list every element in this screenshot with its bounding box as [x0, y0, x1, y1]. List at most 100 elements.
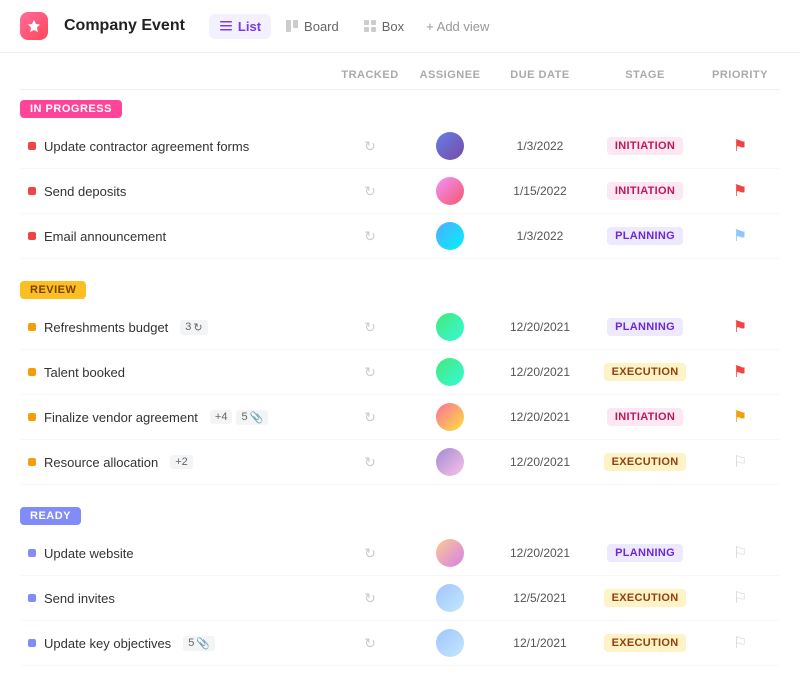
col-stage: Stage — [590, 69, 700, 81]
table-row[interactable]: Resource allocation +2 ↻ 12/20/2021 EXEC… — [20, 440, 780, 485]
stage-cell: INITIATION — [590, 182, 700, 200]
tracked-cell: ↻ — [330, 454, 410, 471]
assignee-cell — [410, 448, 490, 476]
table-row[interactable]: Update key objectives 5 📎 ↻ 12/1/2021 EX… — [20, 621, 780, 666]
box-icon — [363, 19, 377, 33]
column-headers: Tracked Assignee Due Date Stage Priority — [20, 61, 780, 90]
priority-cell: ⚐ — [700, 588, 780, 608]
table-row[interactable]: Update contractor agreement forms ↻ 1/3/… — [20, 124, 780, 169]
board-icon — [285, 19, 299, 33]
table-row[interactable]: Send deposits ↻ 1/15/2022 INITIATION ⚑ — [20, 169, 780, 214]
avatar — [436, 313, 464, 341]
add-view-button[interactable]: + Add view — [418, 14, 497, 39]
app-icon — [20, 12, 48, 40]
tracked-icon: ↻ — [364, 545, 376, 562]
tracked-cell: ↻ — [330, 228, 410, 245]
meta-icon: ↻ — [193, 321, 202, 334]
avatar — [436, 403, 464, 431]
task-name-cell: Refreshments budget 3 ↻ — [20, 320, 330, 335]
nav-tabs: List Board Box + Add view — [209, 14, 497, 39]
sections-container: IN PROGRESS Update contractor agreement … — [20, 90, 780, 666]
table-row[interactable]: Finalize vendor agreement +45 📎 ↻ 12/20/… — [20, 395, 780, 440]
task-name-cell: Send deposits — [20, 184, 330, 199]
section-header-review: REVIEW — [20, 271, 780, 305]
tab-list[interactable]: List — [209, 14, 271, 39]
table-row[interactable]: Talent booked ↻ 12/20/2021 EXECUTION ⚑ — [20, 350, 780, 395]
priority-high-icon: ⚑ — [733, 181, 747, 201]
task-dot — [28, 142, 36, 150]
task-dot — [28, 639, 36, 647]
due-date-cell: 1/3/2022 — [490, 229, 590, 243]
stage-badge: EXECUTION — [604, 363, 687, 381]
task-label: Update website — [44, 546, 134, 561]
stage-badge: PLANNING — [607, 318, 683, 336]
task-meta: 5 📎 — [183, 636, 215, 651]
avatar — [436, 629, 464, 657]
priority-low-icon: ⚑ — [733, 226, 747, 246]
col-assignee: Assignee — [410, 69, 490, 81]
stage-cell: PLANNING — [590, 318, 700, 336]
stage-badge: INITIATION — [607, 408, 683, 426]
tracked-icon: ↻ — [364, 183, 376, 200]
priority-medium-icon: ⚑ — [733, 407, 747, 427]
tracked-cell: ↻ — [330, 590, 410, 607]
task-label: Refreshments budget — [44, 320, 168, 335]
col-name — [20, 69, 330, 81]
project-title: Company Event — [64, 17, 185, 35]
table-row[interactable]: Send invites ↻ 12/5/2021 EXECUTION ⚐ — [20, 576, 780, 621]
priority-cell: ⚑ — [700, 362, 780, 382]
task-name-cell: Talent booked — [20, 365, 330, 380]
task-extra-badge: +4 — [210, 410, 233, 424]
task-dot — [28, 413, 36, 421]
assignee-cell — [410, 177, 490, 205]
tracked-icon: ↻ — [364, 590, 376, 607]
avatar — [436, 448, 464, 476]
task-label: Talent booked — [44, 365, 125, 380]
priority-none-icon: ⚐ — [733, 588, 747, 608]
tracked-icon: ↻ — [364, 635, 376, 652]
main-content: Tracked Assignee Due Date Stage Priority… — [0, 61, 800, 666]
stage-cell: INITIATION — [590, 137, 700, 155]
table-row[interactable]: Update website ↻ 12/20/2021 PLANNING ⚐ — [20, 531, 780, 576]
header: Company Event List Board Box — [0, 0, 800, 53]
tracked-icon: ↻ — [364, 454, 376, 471]
stage-cell: PLANNING — [590, 544, 700, 562]
list-icon — [219, 19, 233, 33]
task-label: Email announcement — [44, 229, 166, 244]
avatar — [436, 177, 464, 205]
due-date-cell: 1/3/2022 — [490, 139, 590, 153]
priority-none-icon: ⚐ — [733, 543, 747, 563]
section-header-inprogress: IN PROGRESS — [20, 90, 780, 124]
task-dot — [28, 549, 36, 557]
task-name-cell: Finalize vendor agreement +45 📎 — [20, 410, 330, 425]
assignee-cell — [410, 629, 490, 657]
stage-cell: INITIATION — [590, 408, 700, 426]
stage-cell: PLANNING — [590, 227, 700, 245]
meta-icon: 📎 — [196, 637, 210, 650]
tab-box[interactable]: Box — [353, 14, 414, 39]
priority-cell: ⚐ — [700, 452, 780, 472]
table-row[interactable]: Email announcement ↻ 1/3/2022 PLANNING ⚑ — [20, 214, 780, 259]
meta-icon: 📎 — [250, 411, 264, 424]
stage-badge: INITIATION — [607, 137, 683, 155]
tracked-icon: ↻ — [364, 319, 376, 336]
stage-badge: EXECUTION — [604, 589, 687, 607]
assignee-cell — [410, 132, 490, 160]
priority-cell: ⚐ — [700, 633, 780, 653]
task-name-cell: Send invites — [20, 591, 330, 606]
section-badge-ready: READY — [20, 507, 81, 525]
task-label: Finalize vendor agreement — [44, 410, 198, 425]
task-label: Update contractor agreement forms — [44, 139, 249, 154]
priority-cell: ⚐ — [700, 543, 780, 563]
section-ready: READY Update website ↻ 12/20/2021 PLANNI… — [20, 497, 780, 666]
priority-cell: ⚑ — [700, 136, 780, 156]
stage-cell: EXECUTION — [590, 453, 700, 471]
avatar — [436, 222, 464, 250]
assignee-cell — [410, 584, 490, 612]
priority-high-icon: ⚑ — [733, 362, 747, 382]
tab-board[interactable]: Board — [275, 14, 349, 39]
table-row[interactable]: Refreshments budget 3 ↻ ↻ 12/20/2021 PLA… — [20, 305, 780, 350]
tracked-cell: ↻ — [330, 409, 410, 426]
stage-cell: EXECUTION — [590, 363, 700, 381]
stage-badge: EXECUTION — [604, 453, 687, 471]
